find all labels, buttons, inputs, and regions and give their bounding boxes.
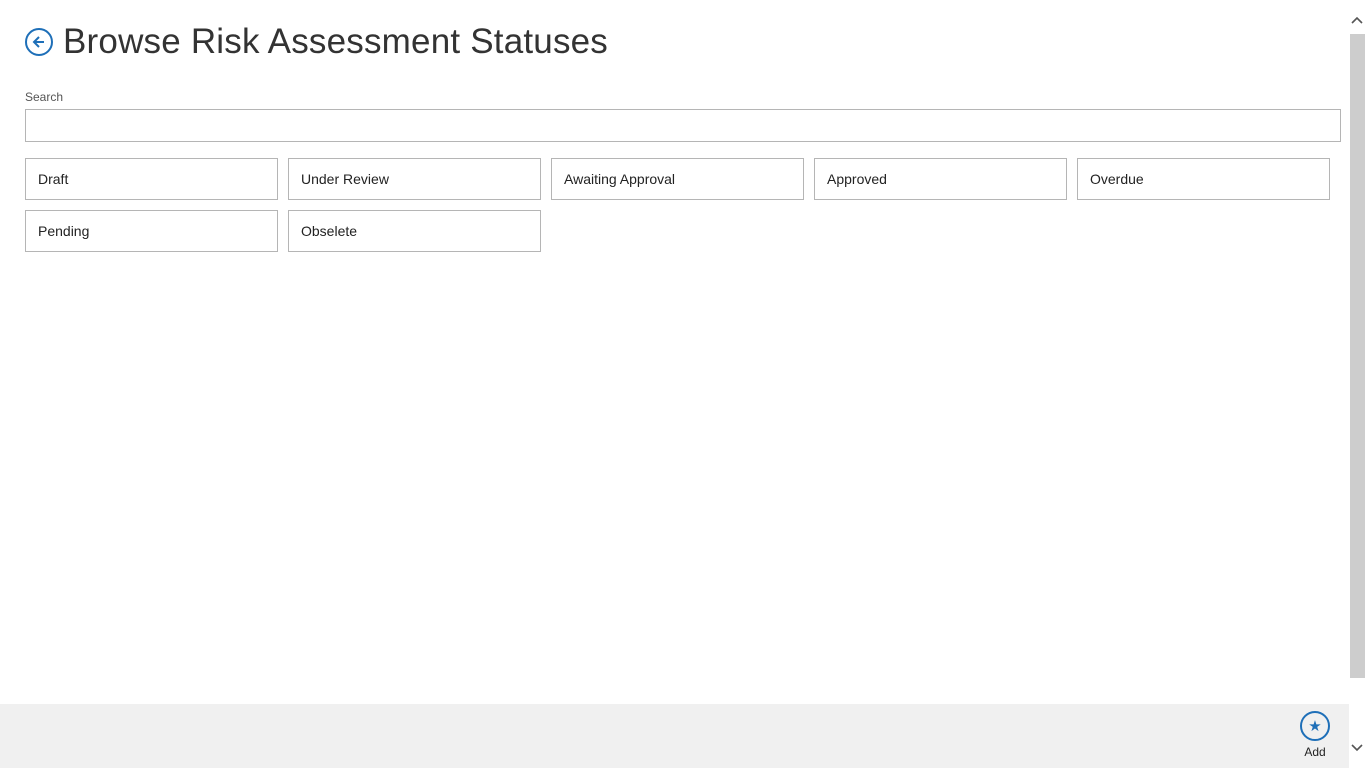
scroll-down-button[interactable] (1351, 740, 1363, 752)
search-label: Search (25, 90, 64, 104)
chevron-up-icon (1351, 16, 1363, 24)
page-header: Browse Risk Assessment Statuses (25, 18, 608, 66)
add-button-label: Add (1304, 745, 1326, 759)
page-title: Browse Risk Assessment Statuses (63, 22, 609, 61)
status-tile-under-review[interactable]: Under Review (288, 158, 541, 200)
status-tile-pending[interactable]: Pending (25, 210, 278, 252)
back-button[interactable] (25, 28, 53, 56)
status-tile-awaiting-approval[interactable]: Awaiting Approval (551, 158, 804, 200)
search-input[interactable] (25, 109, 1341, 142)
status-tile-approved[interactable]: Approved (814, 158, 1067, 200)
vertical-scrollbar[interactable] (1349, 0, 1366, 768)
scroll-up-button[interactable] (1351, 14, 1363, 26)
app-bar: ★ Add (0, 704, 1349, 768)
status-tile-overdue[interactable]: Overdue (1077, 158, 1330, 200)
status-tile-draft[interactable]: Draft (25, 158, 278, 200)
chevron-down-icon (1351, 744, 1363, 752)
add-button[interactable]: ★ Add (1293, 711, 1337, 759)
scrollbar-thumb[interactable] (1350, 34, 1365, 678)
add-icon-circle: ★ (1300, 711, 1330, 741)
status-tile-obselete[interactable]: Obselete (288, 210, 541, 252)
status-tile-list: Draft Under Review Awaiting Approval App… (25, 158, 1341, 252)
star-icon: ★ (1308, 717, 1322, 735)
back-arrow-icon (32, 36, 44, 48)
page: Browse Risk Assessment Statuses Search D… (0, 0, 1366, 768)
